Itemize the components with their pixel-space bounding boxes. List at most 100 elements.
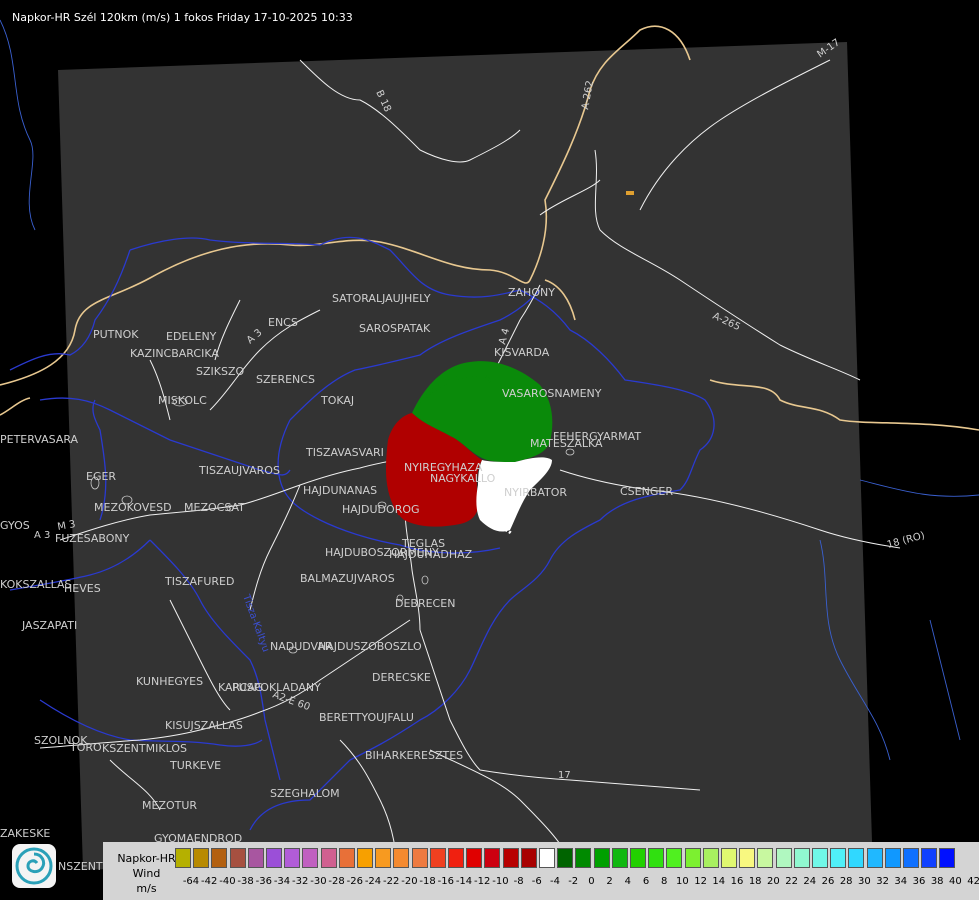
city-label: TURKEVE: [169, 759, 221, 772]
legend-tick: 10: [676, 876, 689, 887]
city-label: DERECSKE: [372, 671, 431, 684]
legend-tick: -26: [346, 876, 363, 887]
city-label: MEZOTUR: [142, 799, 197, 812]
legend-swatch: [921, 848, 938, 868]
city-label: KAZINCBARCIKA: [130, 347, 219, 360]
legend-swatch: [557, 848, 574, 868]
legend-swatch: [539, 848, 555, 868]
city-label: NSZENT: [58, 860, 103, 873]
city-label: BIHARKERESZTES: [365, 749, 463, 762]
map-title: Napkor-HR Szél 120km (m/s) 1 fokos Frida…: [12, 11, 353, 24]
legend-tick: -4: [550, 876, 560, 887]
legend-tick: 6: [642, 876, 650, 887]
legend-tick: -36: [255, 876, 272, 887]
city-label: SZIKSZO: [196, 365, 244, 378]
legend-tick: -22: [383, 876, 400, 887]
city-label: BERETTYOUJFALU: [319, 711, 414, 724]
legend-tick: -42: [201, 876, 218, 887]
legend-tick: -14: [455, 876, 473, 887]
city-label: TORO: [69, 741, 102, 754]
legend-tick: 26: [821, 876, 835, 887]
city-label: KUNHEGYES: [136, 675, 203, 688]
city-label: HAJDUDOROG: [342, 503, 420, 516]
legend-tick: 8: [661, 876, 668, 887]
legend-swatch: [721, 848, 737, 868]
legend-tick: 14: [712, 876, 726, 887]
legend-tick: 4: [624, 876, 631, 887]
legend-title: Napkor-HR Wind m/s: [109, 851, 184, 896]
legend-swatch: [247, 848, 264, 868]
legend-title-line3: m/s: [136, 882, 157, 895]
legend-tick: -40: [219, 876, 236, 887]
legend-swatch: [266, 848, 282, 868]
legend-tick: -18: [419, 876, 436, 887]
legend-tick: 36: [912, 876, 926, 887]
legend-swatch: [648, 848, 665, 868]
city-label: KOKSZALLAS: [0, 578, 72, 591]
city-label: KISVARDA: [494, 346, 550, 359]
legend-swatch: [793, 848, 810, 868]
legend-swatch: [375, 848, 392, 868]
legend-tick: -16: [437, 876, 454, 887]
city-label: TOKAJ: [320, 394, 354, 407]
legend-swatch: [302, 848, 319, 868]
city-label: SZERENCS: [256, 373, 315, 386]
legend-swatch: [848, 848, 865, 868]
legend-tick: -12: [474, 876, 491, 887]
wind-legend: Napkor-HR Wind m/s -64 -42 -40 -38 -36 -34 -32…: [103, 842, 979, 900]
city-label: SZEGHALOM: [270, 787, 340, 800]
legend-tick: -2: [568, 876, 579, 887]
city-label: ENCS: [268, 316, 298, 329]
logo: [12, 844, 56, 888]
legend-swatch: [411, 848, 428, 868]
legend-swatch: [702, 848, 719, 868]
legend-swatch: [903, 848, 919, 868]
city-label: FUZESABONY: [55, 532, 130, 545]
legend-swatch: [830, 848, 847, 868]
legend-swatch: [229, 848, 246, 868]
legend-tick: -28: [328, 876, 345, 887]
legend-tick: 0: [588, 876, 595, 887]
legend-tick: 18: [748, 876, 762, 887]
legend-tick: 28: [839, 876, 853, 887]
city-label: HAJDUHADHAZ: [389, 548, 473, 561]
legend-swatch: [429, 848, 446, 868]
legend-swatch: [393, 848, 410, 868]
city-label: SATORALJAUJHELY: [332, 292, 431, 305]
city-label: SAROSPATAK: [359, 322, 431, 335]
legend-swatch: [812, 848, 828, 868]
city-label: DEBRECEN: [395, 597, 455, 610]
city-label: ZAKESKE: [0, 827, 50, 840]
city-label: HEVES: [64, 582, 101, 595]
legend-tick: 30: [858, 876, 871, 887]
legend-title-line2: Wind: [132, 867, 161, 880]
legend-swatch: [666, 848, 683, 868]
city-label: EDELENY: [166, 330, 217, 343]
city-label: KSZENTMIKLOS: [102, 742, 187, 755]
legend-tick: 38: [930, 876, 944, 887]
legend-swatch: [484, 848, 501, 868]
legend-tick: 40: [949, 876, 962, 887]
legend-tick: 42: [967, 876, 979, 887]
legend-tick: -20: [401, 876, 418, 887]
city-label: NAGYKALLO: [430, 472, 496, 485]
legend-tick: -8: [513, 876, 524, 887]
city-label: HAJDUNANAS: [303, 484, 377, 497]
city-label: TISZAUJVAROS: [198, 464, 280, 477]
legend-tick: -64: [182, 876, 200, 887]
city-label: BALMAZUJVAROS: [300, 572, 395, 585]
city-label: CSENGER: [620, 485, 673, 498]
legend-swatch: [193, 848, 210, 868]
legend-tick: -10: [492, 876, 509, 887]
legend-tick: -34: [273, 876, 291, 887]
legend-swatch: [593, 848, 610, 868]
radar-map[interactable]: B 18 A-262M-17A-265A 3A 3 18 (RO)A2-E 6017…: [0, 0, 979, 900]
legend-tick: 32: [876, 876, 889, 887]
legend-swatch: [884, 848, 901, 868]
legend-swatch: [466, 848, 483, 868]
city-label: PUSPOKLADANY: [232, 681, 321, 694]
legend-swatch: [630, 848, 646, 868]
legend-swatch: [611, 848, 628, 868]
legend-swatch: [575, 848, 592, 868]
city-label: HAJDUSZOBOSZLO: [318, 640, 422, 653]
